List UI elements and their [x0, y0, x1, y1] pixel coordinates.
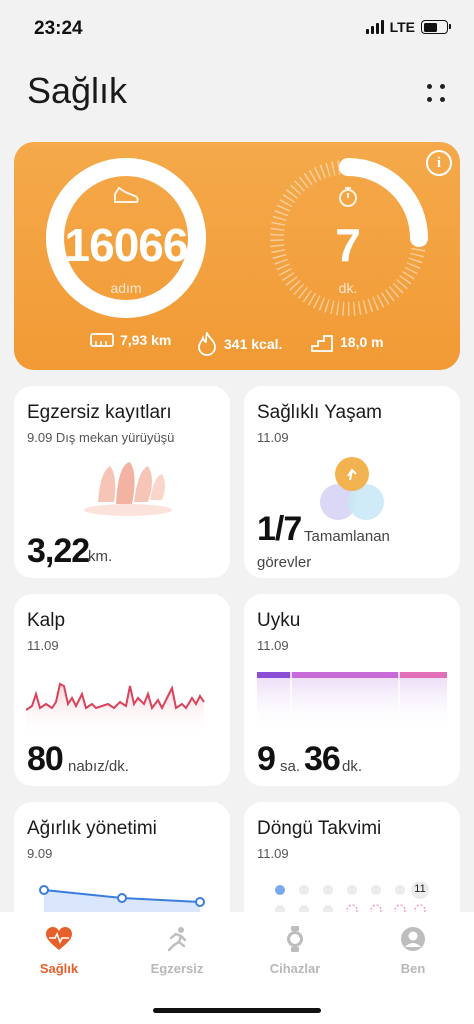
calories-value: 341 kcal. [224, 336, 283, 352]
ruler-icon [90, 333, 114, 347]
steps-unit: adım [110, 280, 142, 296]
running-icon [167, 927, 187, 952]
profile-icon [401, 927, 425, 951]
tab-me[interactable]: Ben [354, 926, 472, 976]
sleep-chart [257, 672, 447, 732]
heart-rate-unit: nabız/dk. [68, 758, 129, 775]
tab-label: Sağlık [39, 961, 79, 976]
card-subtitle: 11.09 [257, 846, 289, 861]
card-title: Kalp [27, 610, 66, 631]
exercise-records-card[interactable]: Egzersiz kayıtları 9.09 Dış mekan yürüyü… [14, 386, 230, 578]
distance-value: 7,93 km [120, 332, 172, 348]
healthy-living-circles-icon [320, 457, 384, 520]
tab-label: Egzersiz [150, 961, 204, 976]
card-subtitle: 9.09 [27, 846, 53, 861]
tasks-completed-value: 1/7 [257, 510, 302, 548]
healthy-living-card[interactable]: Sağlıklı Yaşam 11.09 1/7 Tamamlanan göre… [244, 386, 460, 578]
card-title: Egzersiz kayıtları [27, 402, 172, 423]
cycle-day-badge: 11 [414, 883, 426, 895]
sleep-minutes-value: 36 [304, 740, 341, 778]
tab-devices[interactable]: Cihazlar [236, 926, 354, 976]
exercise-distance-value: 3,22 [27, 532, 90, 570]
sleep-card[interactable]: Uyku 11.09 9 sa. 36 dk. [244, 594, 460, 786]
sleep-minutes-unit: dk. [342, 758, 363, 775]
flame-icon [198, 332, 216, 356]
tab-label: Cihazlar [269, 961, 321, 976]
tab-exercise[interactable]: Egzersiz [118, 926, 236, 976]
card-title: Ağırlık yönetimi [27, 818, 157, 839]
tab-health[interactable]: Sağlık [0, 926, 118, 976]
activity-stats-row: 7,93 km 341 kcal. 18,0 m [0, 332, 474, 362]
calories-stat: 341 kcal. [196, 332, 282, 356]
heart-rate-card[interactable]: Kalp 11.09 80 nabız/dk. [14, 594, 230, 786]
stopwatch-icon [339, 187, 357, 207]
sleep-hours-value: 9 [257, 740, 276, 778]
footprints-icon [84, 462, 172, 516]
exercise-distance-unit: km. [88, 548, 113, 565]
distance-stat: 7,93 km [90, 332, 171, 348]
heart-rate-value: 80 [27, 740, 64, 778]
card-title: Uyku [257, 610, 301, 631]
tasks-completed-label-line2: görevler [257, 554, 312, 571]
stairs-icon [311, 335, 333, 352]
card-title: Sağlıklı Yaşam [257, 402, 382, 423]
home-indicator [153, 1008, 321, 1013]
heart-pulse-icon [46, 927, 72, 950]
card-title: Döngü Takvimi [257, 818, 382, 839]
card-subtitle: 11.09 [257, 430, 289, 445]
active-minutes-value: 7 [335, 219, 361, 271]
card-subtitle: 9.09 Dış mekan yürüyüşü [27, 430, 175, 445]
floors-stat: 18,0 m [310, 332, 384, 352]
activity-rings [46, 158, 428, 318]
watch-icon [287, 926, 303, 952]
active-minutes-unit: dk. [338, 280, 358, 296]
sleep-hours-unit: sa. [280, 758, 301, 775]
steps-value: 16066 [64, 219, 189, 271]
card-subtitle: 11.09 [27, 638, 59, 653]
tab-label: Ben [400, 961, 426, 976]
card-subtitle: 11.09 [257, 638, 289, 653]
heart-rate-chart [26, 682, 205, 738]
floors-value: 18,0 m [340, 334, 384, 350]
tasks-completed-label: Tamamlanan [304, 528, 390, 545]
shoe-icon [114, 186, 139, 203]
